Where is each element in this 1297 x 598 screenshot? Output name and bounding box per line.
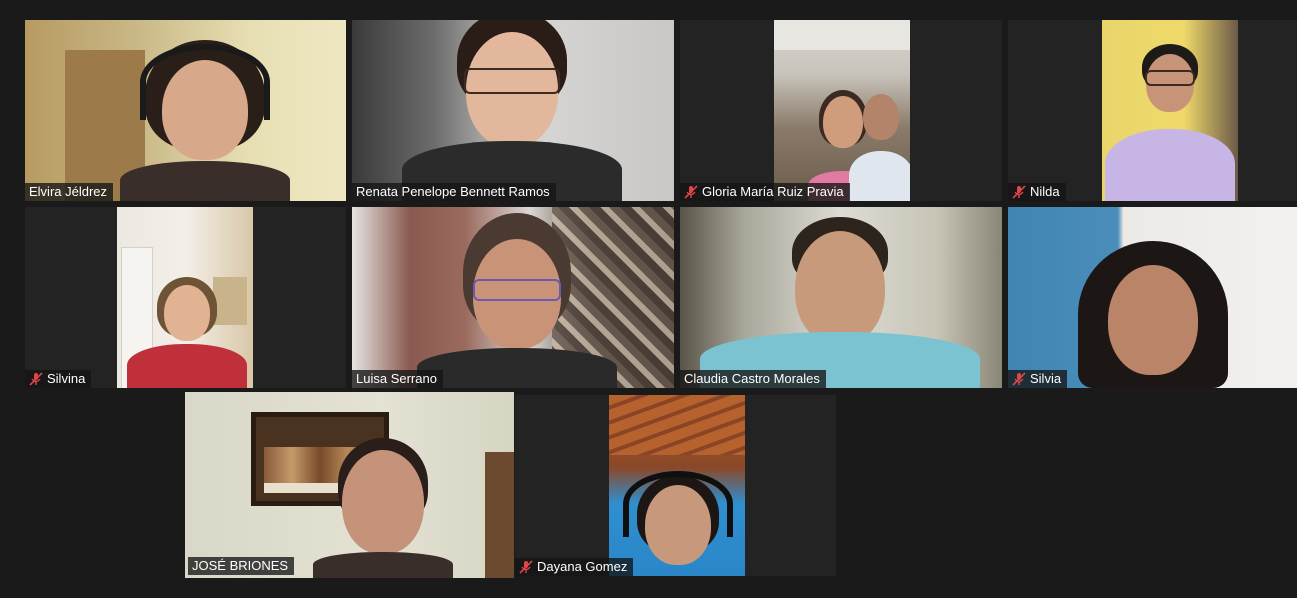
name-label: Elvira Jéldrez — [25, 183, 114, 201]
participant-video — [609, 395, 745, 576]
participant-tile[interactable]: Gloria María Ruiz Pravia — [680, 20, 1002, 201]
mic-muted-icon — [684, 185, 698, 199]
participant-name: Elvira Jéldrez — [29, 184, 108, 199]
participant-name: Luisa Serrano — [356, 371, 437, 386]
gallery-view: Elvira Jéldrez Renata Penelope Bennett R… — [0, 0, 1297, 598]
name-label: JOSÉ BRIONES — [188, 557, 295, 575]
participant-video — [117, 207, 253, 388]
participant-tile[interactable]: Dayana Gomez — [515, 395, 836, 576]
mic-muted-icon — [29, 372, 43, 386]
name-label: Luisa Serrano — [352, 370, 443, 388]
participant-video — [774, 20, 910, 201]
participant-name: Dayana Gomez — [537, 559, 628, 574]
participant-tile[interactable]: Silvina — [25, 207, 346, 388]
participant-tile[interactable]: Nilda — [1008, 20, 1297, 201]
mic-muted-icon — [1012, 185, 1026, 199]
participant-name: Silvia — [1030, 371, 1062, 386]
name-label: Claudia Castro Morales — [680, 370, 826, 388]
mic-muted-icon — [1012, 372, 1026, 386]
participant-name: Gloria María Ruiz Pravia — [702, 184, 844, 199]
participant-tile[interactable]: Claudia Castro Morales — [680, 207, 1002, 388]
participant-name: JOSÉ BRIONES — [192, 558, 289, 573]
participant-video — [1102, 20, 1238, 201]
participant-video — [1008, 207, 1297, 388]
participant-video — [680, 207, 1002, 388]
participant-name: Nilda — [1030, 184, 1060, 199]
participant-name: Claudia Castro Morales — [684, 371, 820, 386]
mic-muted-icon — [519, 560, 533, 574]
participant-video — [25, 20, 346, 201]
name-label: Dayana Gomez — [515, 558, 634, 576]
name-label: Gloria María Ruiz Pravia — [680, 183, 850, 201]
participant-video — [352, 207, 674, 388]
participant-name: Renata Penelope Bennett Ramos — [356, 184, 550, 199]
name-label: Silvia — [1008, 370, 1068, 388]
name-label: Silvina — [25, 370, 92, 388]
participant-tile-active-speaker[interactable]: JOSÉ BRIONES — [185, 392, 514, 578]
participant-video — [185, 392, 514, 578]
participant-tile[interactable]: Luisa Serrano — [352, 207, 674, 388]
participant-tile[interactable]: Silvia — [1008, 207, 1297, 388]
participant-name: Silvina — [47, 371, 86, 386]
name-label: Renata Penelope Bennett Ramos — [352, 183, 556, 201]
name-label: Nilda — [1008, 183, 1066, 201]
participant-tile[interactable]: Renata Penelope Bennett Ramos — [352, 20, 674, 201]
participant-tile[interactable]: Elvira Jéldrez — [25, 20, 346, 201]
participant-video — [352, 20, 674, 201]
